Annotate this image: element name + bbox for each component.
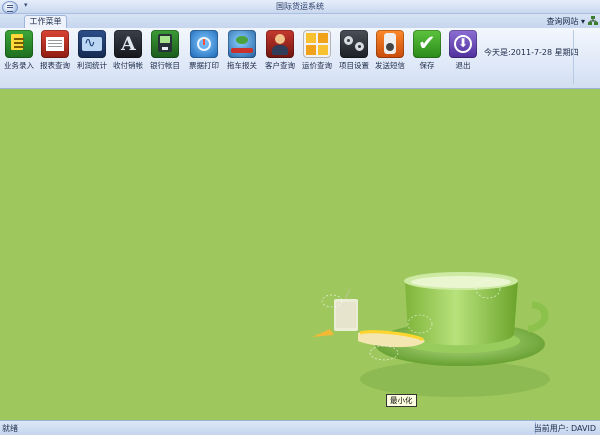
exit-label: 退出	[455, 61, 471, 70]
payment-writeoff-button[interactable]: 收付销帐	[110, 30, 146, 76]
payment-icon	[114, 30, 142, 58]
tab-work-menu[interactable]: 工作菜单	[24, 15, 67, 28]
report-query-button[interactable]: 报表查询	[37, 30, 73, 76]
client-query-label: 客户查询	[265, 61, 295, 70]
bank-accounts-label: 银行帐目	[150, 61, 180, 70]
report-query-label: 报表查询	[40, 61, 70, 70]
current-date: 今天是:2011-7-28 星期四	[484, 47, 579, 58]
ledger-icon	[5, 30, 33, 58]
bank-accounts-button[interactable]: 银行帐目	[147, 30, 183, 76]
bill-print-label: 票据打印	[189, 61, 219, 70]
current-user: 当前用户: DAVID	[534, 423, 596, 434]
payment-writeoff-label: 收付销帐	[113, 61, 143, 70]
exit-button[interactable]: 退出	[445, 30, 481, 76]
sms-icon	[376, 30, 404, 58]
window-title: 国际货运系统	[276, 2, 324, 11]
business-entry-label: 业务录入	[4, 61, 34, 70]
dropdown-arrow-icon: ▾	[580, 17, 585, 26]
client-query-button[interactable]: 客户查询	[262, 30, 298, 76]
date-value: 2011-7-28	[510, 48, 553, 57]
save-button[interactable]: 保存	[409, 30, 445, 76]
tab-row: 工作菜单 查询网站 ▾	[0, 14, 600, 28]
trailer-customs-label: 拖车报关	[227, 61, 257, 70]
client-icon	[266, 30, 294, 58]
minimize-tooltip: 最小化	[386, 394, 417, 407]
business-entry-button[interactable]: 业务录入	[1, 30, 37, 76]
query-website-link[interactable]: 查询网站 ▾	[546, 16, 585, 27]
date-prefix: 今天是:	[484, 48, 511, 57]
weekday: 星期四	[554, 48, 579, 57]
save-icon	[413, 30, 441, 58]
freight-query-button[interactable]: 运价查询	[299, 30, 335, 76]
network-icon[interactable]	[588, 16, 598, 26]
project-settings-label: 项目设置	[339, 61, 369, 70]
trailer-customs-button[interactable]: 拖车报关	[224, 30, 260, 76]
query-website-label: 查询网站	[546, 17, 579, 26]
current-user-value: DAVID	[571, 424, 596, 433]
workspace: 最小化	[0, 89, 600, 419]
freight-icon	[303, 30, 331, 58]
send-sms-label: 发送短信	[375, 61, 405, 70]
exit-icon	[449, 30, 477, 58]
print-icon	[190, 30, 218, 58]
save-label: 保存	[419, 61, 435, 70]
bill-print-button[interactable]: 票据打印	[186, 30, 222, 76]
bank-icon	[151, 30, 179, 58]
report-icon	[41, 30, 69, 58]
title-bar: ▾ 国际货运系统	[0, 0, 600, 14]
profit-stats-label: 利润统计	[77, 61, 107, 70]
send-sms-button[interactable]: 发送短信	[372, 30, 408, 76]
teacup-illustration	[312, 272, 550, 397]
ribbon-toolbar: 业务录入 报表查询 利润统计 收付销帐 银行帐目 票据打印 拖车报关 客户查询 …	[0, 28, 600, 89]
profit-stats-button[interactable]: 利润统计	[74, 30, 110, 76]
project-settings-button[interactable]: 项目设置	[336, 30, 372, 76]
freight-query-label: 运价查询	[302, 61, 332, 70]
ribbon-divider	[573, 30, 574, 84]
customs-icon	[228, 30, 256, 58]
chart-icon	[78, 30, 106, 58]
current-user-label: 当前用户:	[533, 424, 569, 433]
settings-icon	[340, 30, 368, 58]
status-text: 就绪	[2, 424, 18, 433]
status-bar: 就绪 当前用户: DAVID	[0, 420, 600, 435]
